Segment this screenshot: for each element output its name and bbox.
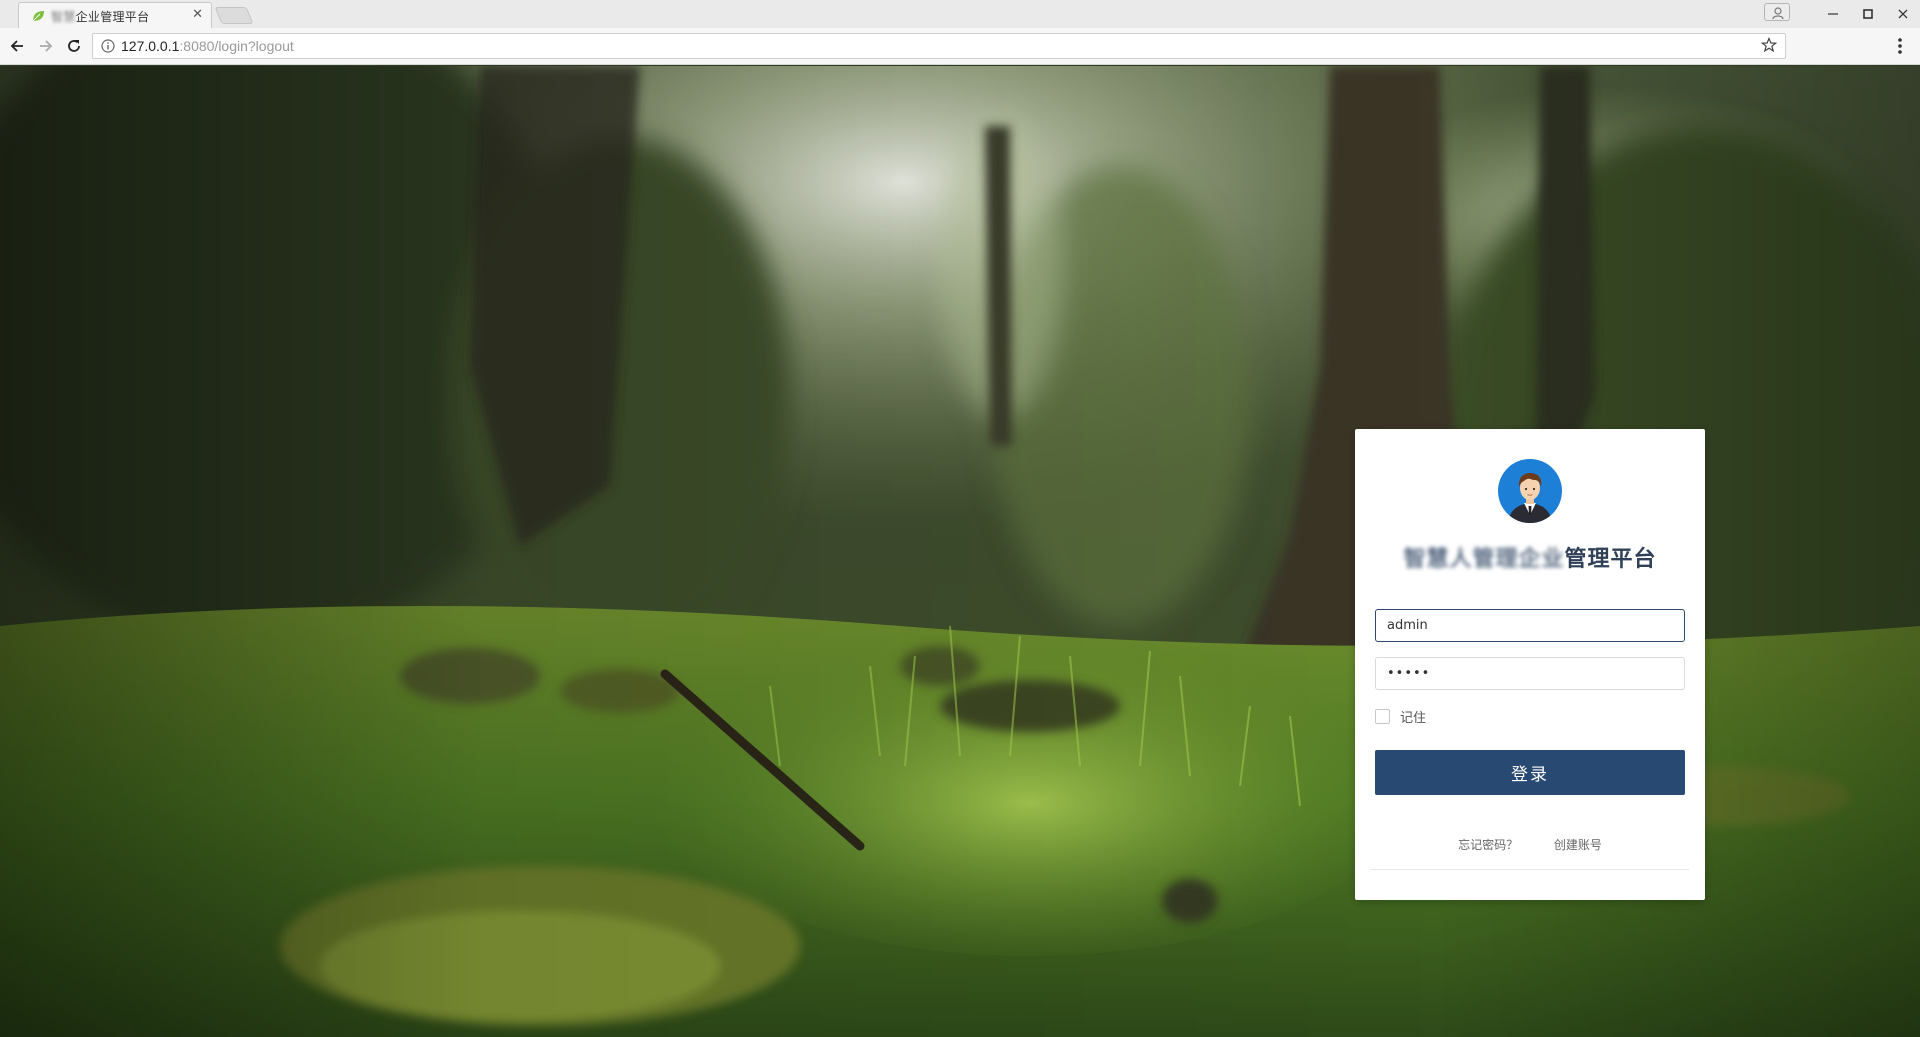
remember-me[interactable]: 记住	[1375, 707, 1426, 726]
kebab-menu-icon[interactable]	[1894, 36, 1906, 56]
browser-tabstrip: 智慧企业管理平台 ✕	[0, 0, 1920, 28]
auth-links: 忘记密码？ 创建账号	[1355, 836, 1705, 853]
avatar	[1498, 459, 1562, 523]
new-tab-button[interactable]	[214, 7, 254, 24]
arrow-right-icon[interactable]	[35, 35, 57, 57]
address-bar[interactable]: 127.0.0.1:8080/login?logout	[92, 33, 1786, 59]
forgot-password-link[interactable]: 忘记密码？	[1458, 838, 1518, 852]
login-page: 智慧人管理企业管理平台 记住 登录 忘记密码？ 创建账号	[0, 66, 1920, 1037]
close-window-icon[interactable]	[1885, 0, 1920, 28]
reload-icon[interactable]	[63, 35, 85, 57]
user-profile-icon[interactable]	[1764, 3, 1790, 21]
window-controls	[1815, 0, 1920, 28]
info-icon[interactable]	[101, 39, 115, 53]
divider	[1371, 869, 1689, 870]
login-button[interactable]: 登录	[1375, 750, 1685, 795]
page-title: 智慧人管理企业管理平台	[1403, 547, 1657, 572]
create-account-link[interactable]: 创建账号	[1554, 838, 1602, 852]
tab-title: 智慧企业管理平台	[51, 10, 150, 24]
username-input[interactable]	[1375, 609, 1685, 642]
star-icon[interactable]	[1761, 37, 1777, 53]
minimize-icon[interactable]	[1815, 0, 1850, 28]
tab-close-icon[interactable]: ✕	[192, 7, 203, 23]
login-card: 智慧人管理企业管理平台 记住 登录 忘记密码？ 创建账号	[1355, 429, 1705, 900]
password-input[interactable]	[1375, 657, 1685, 690]
maximize-icon[interactable]	[1850, 0, 1885, 28]
remember-label: 记住	[1400, 711, 1427, 726]
remember-checkbox[interactable]	[1375, 709, 1390, 724]
browser-tab[interactable]: 智慧企业管理平台 ✕	[18, 2, 212, 28]
browser-toolbar: 127.0.0.1:8080/login?logout	[0, 28, 1920, 65]
leaf-icon	[32, 11, 44, 22]
url-text: 127.0.0.1:8080/login?logout	[121, 38, 294, 54]
arrow-left-icon[interactable]	[6, 35, 28, 57]
